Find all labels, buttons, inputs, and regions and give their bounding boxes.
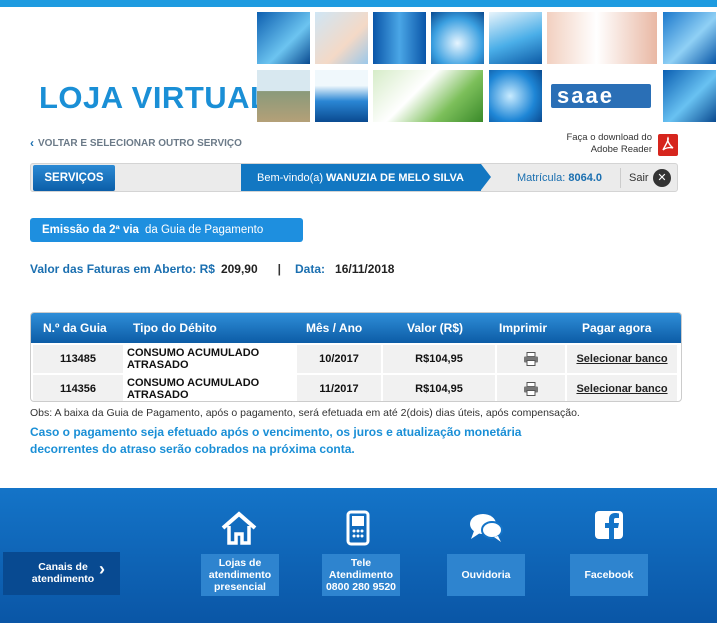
water-drop-image (431, 12, 484, 64)
select-bank-label: Selecionar banco (576, 383, 668, 395)
back-link-label: VOLTAR E SELECIONAR OUTRO SERVIÇO (38, 137, 242, 149)
page-title: LOJA VIRTUAL (39, 80, 270, 115)
water-wave-image (315, 70, 368, 122)
saae-logo: saae (547, 70, 657, 122)
divider (620, 168, 621, 188)
payment-table: N.º da Guia Tipo do Débito Mês / Ano Val… (30, 312, 682, 402)
tele-label-1: Tele (350, 557, 372, 569)
table-header: N.º da Guia Tipo do Débito Mês / Ano Val… (31, 313, 681, 343)
cell-guia: 113485 (33, 345, 123, 373)
deep-water-image (663, 70, 716, 122)
header-valor: Valor (R$) (407, 321, 464, 335)
cell-mes: 11/2017 (297, 375, 381, 401)
cell-tipo: CONSUMO ACUMULADO ATRASADO (125, 345, 295, 373)
ouvidoria-label: Ouvidoria (461, 569, 511, 581)
back-link[interactable]: ‹ VOLTAR E SELECIONAR OUTRO SERVIÇO (30, 136, 242, 150)
pdf-icon (658, 134, 678, 156)
lojas-label-1: Lojas de (218, 557, 262, 569)
smile-image (547, 12, 657, 64)
matricula-info: Matrícula: 8064.0 (517, 172, 602, 184)
footer: Canais de atendimento › Lojas de atendim… (0, 488, 717, 623)
section-header-rest: da Guia de Pagamento (144, 224, 264, 236)
select-bank-link[interactable]: Selecionar banco (567, 345, 677, 373)
lojas-label-2: atendimento (208, 569, 272, 581)
observation-note: Obs: A baixa da Guia de Pagamento, após … (30, 407, 580, 419)
table-row: 113485 CONSUMO ACUMULADO ATRASADO 10/201… (31, 345, 681, 373)
ouvidoria-button[interactable]: Ouvidoria (447, 554, 525, 596)
cell-valor: R$104,95 (383, 345, 495, 373)
canais-label: Canais de atendimento (31, 561, 95, 585)
lojas-label-3: presencial (214, 581, 266, 593)
adobe-text-line1: Faça o download do (566, 132, 652, 143)
home-icon (221, 511, 257, 545)
building-image (257, 70, 310, 122)
facebook-label: Facebook (584, 569, 634, 581)
section-header: Emissão da 2ª via da Guia de Pagamento (30, 218, 303, 242)
select-bank-link[interactable]: Selecionar banco (567, 375, 677, 401)
welcome-arrow (481, 164, 491, 190)
welcome-name: WANUZIA DE MELO SILVA (326, 171, 464, 184)
tele-phone: 0800 280 9520 (325, 581, 397, 593)
bubbles-image (489, 70, 542, 122)
header-mes: Mês / Ano (306, 321, 363, 335)
close-icon[interactable]: ✕ (653, 169, 671, 187)
header-imprimir: Imprimir (499, 321, 548, 335)
summary-separator: | (277, 262, 282, 276)
header-pagar: Pagar agora (582, 321, 652, 335)
mobile-phone-icon (346, 510, 370, 546)
matricula-label: Matrícula: (517, 172, 566, 184)
water-stream-image (373, 12, 426, 64)
logout-label[interactable]: Sair (629, 172, 649, 184)
blue-water-image (663, 12, 716, 64)
valor-label: Valor das Faturas em Aberto: R$ (30, 262, 215, 276)
data-label: Data: (295, 262, 326, 276)
matricula-value: 8064.0 (568, 172, 603, 184)
facebook-button[interactable]: Facebook (570, 554, 648, 596)
print-button[interactable] (497, 345, 565, 373)
printer-icon (524, 352, 538, 366)
tele-label-2: Atendimento (328, 569, 394, 581)
data-value: 16/11/2018 (335, 262, 395, 276)
welcome-prefix: Bem-vindo(a) (257, 171, 324, 184)
section-header-bold: Emissão da 2ª via (42, 224, 139, 236)
water-splash-image (257, 12, 310, 64)
late-payment-warning: Caso o pagamento seja efetuado após o ve… (30, 425, 522, 456)
facebook-icon (595, 511, 623, 539)
summary-line: Valor das Faturas em Aberto: R$ 209,90 |… (30, 262, 394, 276)
adobe-text-line2: Adobe Reader (590, 144, 652, 155)
cell-mes: 10/2017 (297, 345, 381, 373)
service-navbar: SERVIÇOS Bem-vindo(a) WANUZIA DE MELO SI… (30, 163, 678, 192)
cell-valor: R$104,95 (383, 375, 495, 401)
canais-button[interactable]: Canais de atendimento › (3, 552, 120, 595)
top-accent-bar (0, 0, 717, 7)
table-row: 114356 CONSUMO ACUMULADO ATRASADO 11/201… (31, 375, 681, 401)
lojas-button[interactable]: Lojas de atendimento presencial (201, 554, 279, 596)
welcome-banner: Bem-vindo(a) WANUZIA DE MELO SILVA (241, 164, 481, 191)
cell-tipo: CONSUMO ACUMULADO ATRASADO (125, 375, 295, 401)
servicos-button[interactable]: SERVIÇOS (33, 165, 115, 191)
child-drinking-image (315, 12, 368, 64)
tele-atendimento-button[interactable]: Tele Atendimento 0800 280 9520 (322, 554, 400, 596)
select-bank-label: Selecionar banco (576, 353, 668, 365)
valor-value: 209,90 (220, 262, 258, 276)
watering-flowers-image (373, 70, 483, 122)
printer-icon (524, 382, 538, 396)
print-button[interactable] (497, 375, 565, 401)
adobe-download-link[interactable]: Faça o download do Adobe Reader (566, 132, 678, 156)
cell-guia: 114356 (33, 375, 123, 401)
faucet-image (489, 12, 542, 64)
chevron-right-icon: › (99, 559, 105, 579)
header-photo-mosaic: saae (257, 12, 717, 124)
header-tipo: Tipo do Débito (133, 321, 217, 335)
chevron-left-icon: ‹ (30, 136, 34, 150)
header-guia: N.º da Guia (43, 321, 107, 335)
chat-bubbles-icon (470, 514, 503, 542)
